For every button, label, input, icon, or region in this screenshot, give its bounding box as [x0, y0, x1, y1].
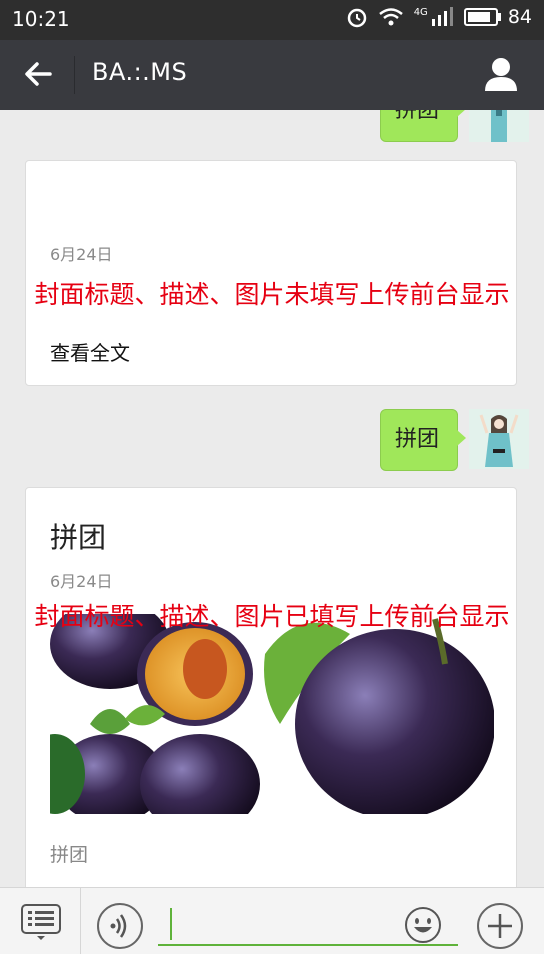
avatar[interactable]: [469, 110, 529, 142]
card-date: 6月24日: [50, 572, 113, 591]
emoji-icon[interactable]: [404, 906, 442, 944]
status-bar: 10:21 4G 84: [0, 0, 544, 40]
battery-level: 84: [507, 6, 532, 28]
avatar-girl-icon: [469, 409, 529, 469]
message-text: 拼团: [395, 110, 440, 123]
avatar-girl-icon: [469, 110, 529, 142]
chat-area[interactable]: 拼团 6月24日 查看全文 封面标题、描述、图片未填写上传前台显示 拼团 拼团 …: [0, 110, 544, 887]
message-input[interactable]: [158, 944, 458, 946]
article-card[interactable]: 拼团 6月24日 拼团: [25, 487, 517, 887]
message-text: 拼团: [395, 427, 440, 452]
sent-message-bubble[interactable]: 拼团: [380, 409, 466, 471]
chat-title: BA.:.MS: [92, 58, 188, 86]
alarm-icon: [347, 8, 366, 28]
wifi-icon: [378, 8, 403, 26]
plus-icon[interactable]: [476, 902, 524, 950]
signal-icon: [431, 7, 453, 26]
card-date: 6月24日: [50, 245, 113, 264]
title-separator: [74, 56, 75, 94]
status-time: 10:21: [12, 7, 70, 31]
network-label: 4G: [413, 6, 428, 18]
cover-image[interactable]: [50, 614, 494, 814]
divider: [80, 888, 81, 954]
card-title: 拼团: [50, 521, 107, 554]
annotation-text: 封面标题、描述、图片已填写上传前台显示: [34, 602, 510, 631]
back-arrow-icon[interactable]: [22, 58, 54, 90]
card-description: 拼团: [50, 844, 89, 866]
read-all-link[interactable]: 查看全文: [50, 337, 130, 366]
article-card[interactable]: 6月24日 查看全文: [25, 160, 517, 386]
profile-icon[interactable]: [484, 56, 518, 92]
title-bar: BA.:.MS: [0, 40, 544, 110]
text-cursor: [170, 908, 172, 940]
annotation-text: 封面标题、描述、图片未填写上传前台显示: [34, 280, 510, 309]
sent-message-bubble[interactable]: 拼团: [380, 110, 466, 142]
plum-image: [50, 614, 494, 814]
avatar[interactable]: [469, 409, 529, 469]
voice-icon[interactable]: [96, 902, 144, 950]
menu-icon[interactable]: [20, 904, 62, 940]
battery-icon: [463, 8, 501, 26]
input-bar: [0, 887, 544, 954]
